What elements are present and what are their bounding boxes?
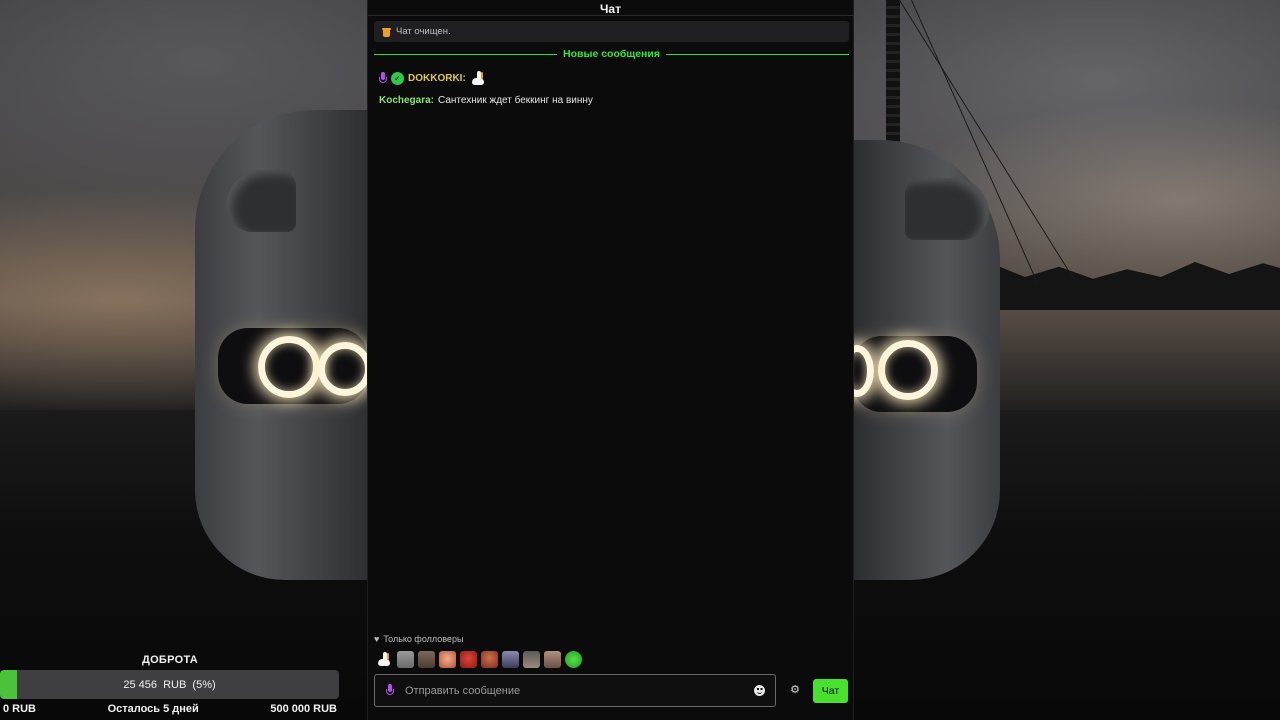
chat-message-text: Сантехник ждет беккинг на винну bbox=[438, 95, 593, 106]
car-mirror-left bbox=[226, 170, 296, 232]
emote-guy[interactable] bbox=[502, 651, 519, 668]
heart-icon: ♥ bbox=[374, 633, 380, 644]
notice-text: Чат очищен. bbox=[396, 26, 451, 37]
emoji-picker-icon[interactable] bbox=[754, 685, 765, 696]
emote-goose[interactable] bbox=[376, 651, 393, 668]
followers-only-text: Только фолловеры bbox=[383, 634, 464, 644]
mic-icon bbox=[379, 71, 387, 85]
emote-green-frog[interactable] bbox=[565, 651, 582, 668]
message-input-box[interactable] bbox=[374, 674, 776, 707]
goal-progress-bar: 25 456 RUB (5%) bbox=[0, 670, 339, 699]
goal-min: 0 RUB bbox=[3, 703, 37, 715]
chat-header: Чат bbox=[368, 0, 853, 16]
gear-icon[interactable]: ⚙ bbox=[790, 685, 800, 696]
emote-cat[interactable] bbox=[397, 651, 414, 668]
emote-face[interactable] bbox=[439, 651, 456, 668]
verified-icon: ✓ bbox=[391, 71, 404, 85]
headlight-ring bbox=[878, 340, 938, 400]
emote-man[interactable] bbox=[481, 651, 498, 668]
goal-progress-text: 25 456 RUB (5%) bbox=[123, 678, 216, 691]
headlight-ring bbox=[258, 336, 320, 398]
car-mirror-right bbox=[905, 178, 989, 240]
divider-line bbox=[374, 53, 558, 55]
emote-demon[interactable] bbox=[460, 651, 477, 668]
mic-icon[interactable] bbox=[386, 684, 394, 697]
chat-username[interactable]: DOKKORKI: bbox=[408, 73, 466, 84]
chat-cleared-notice: Чат очищен. bbox=[374, 21, 849, 42]
donation-goal-widget: ДОБРОТА 25 456 RUB (5%) 0 RUB Осталось 5… bbox=[0, 652, 340, 717]
chat-title: Чат bbox=[600, 2, 621, 16]
trash-icon bbox=[382, 27, 391, 37]
headlight-ring bbox=[318, 342, 372, 396]
divider-line bbox=[665, 53, 850, 55]
chat-message: ✓ DOKKORKI: bbox=[379, 70, 486, 86]
chat-panel: Чат Чат очищен. Новые сообщения ✓ DOKKOR… bbox=[367, 0, 854, 720]
chat-message: Kochegara: Сантехник ждет беккинг на вин… bbox=[379, 95, 593, 106]
emote-cat2[interactable] bbox=[544, 651, 561, 668]
chat-username[interactable]: Kochegara: bbox=[379, 95, 434, 106]
emote-bear[interactable] bbox=[418, 651, 435, 668]
goal-footer: 0 RUB Осталось 5 дней 500 000 RUB bbox=[0, 701, 340, 717]
goal-remaining: Осталось 5 дней bbox=[107, 703, 199, 715]
recent-emotes-row bbox=[376, 651, 582, 668]
divider-label: Новые сообщения bbox=[563, 48, 660, 60]
followers-only-label: ♥ Только фолловеры bbox=[374, 634, 463, 644]
send-chat-button[interactable]: Чат bbox=[813, 679, 848, 703]
emote-dance[interactable] bbox=[523, 651, 540, 668]
message-input[interactable] bbox=[405, 684, 743, 697]
goal-title: ДОБРОТА bbox=[141, 654, 199, 666]
goose-emote bbox=[470, 70, 486, 86]
new-messages-divider: Новые сообщения bbox=[374, 47, 850, 61]
goal-max: 500 000 RUB bbox=[270, 703, 337, 715]
